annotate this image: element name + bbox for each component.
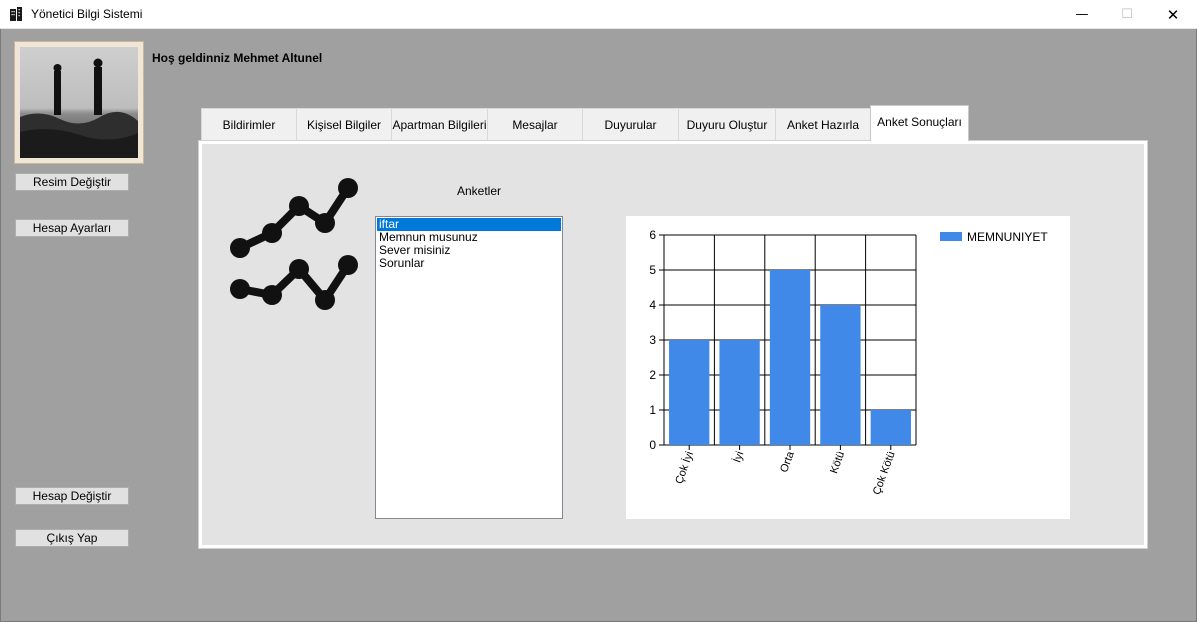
avatar	[14, 41, 144, 164]
y-tick-label: 4	[649, 298, 656, 312]
survey-results-panel: Anketler iftar Memnun musunuz Sever misi…	[198, 140, 1148, 549]
x-tick-label: Orta	[778, 449, 797, 474]
tab-prepare-survey[interactable]: Anket Hazırla	[775, 108, 871, 141]
account-settings-button[interactable]: Hesap Ayarları	[15, 219, 129, 237]
bar	[719, 340, 760, 445]
switch-account-button[interactable]: Hesap Değiştir	[15, 487, 129, 505]
y-tick-label: 2	[649, 368, 656, 382]
tab-announcements[interactable]: Duyurular	[582, 108, 679, 141]
bar	[820, 305, 861, 445]
y-tick-label: 3	[649, 333, 656, 347]
tab-survey-results[interactable]: Anket Sonuçları	[870, 105, 969, 141]
minimize-button[interactable]: —	[1059, 0, 1105, 29]
y-tick-label: 6	[649, 228, 656, 242]
x-tick-label: Çok Kötü	[871, 450, 898, 497]
logout-button[interactable]: Çıkış Yap	[15, 529, 129, 547]
x-tick-label: Kötü	[828, 450, 847, 475]
bar	[769, 270, 811, 445]
tab-notifications[interactable]: Bildirimler	[201, 108, 297, 141]
y-tick-label: 1	[649, 403, 656, 417]
window-title: Yönetici Bilgi Sistemi	[31, 7, 143, 21]
y-tick-label: 0	[649, 438, 656, 452]
bar	[669, 340, 710, 445]
maximize-button[interactable]: ☐	[1104, 0, 1150, 29]
tab-create-announcement[interactable]: Duyuru Oluştur	[678, 108, 776, 141]
y-tick-label: 5	[649, 263, 656, 277]
x-tick-label: İyi	[730, 450, 746, 465]
bar-chart: 0 1 2 3 4 5 6 Çok İyi İyi Orta Kötü Çok Kötü MEMNUNI…	[649, 228, 1048, 497]
welcome-text: Hoş geldinniz Mehmet Altunel	[152, 51, 323, 65]
building-icon	[10, 7, 22, 21]
tab-personal-info[interactable]: Kişisel Bilgiler	[296, 108, 392, 141]
list-item[interactable]: Sorunlar	[376, 257, 562, 270]
x-tick-label: Çok İyi	[672, 450, 696, 486]
survey-list[interactable]: iftar Memnun musunuz Sever misiniz Sorun…	[375, 216, 563, 519]
title-bar: Yönetici Bilgi Sistemi — ☐ ✕	[0, 0, 1197, 29]
main-window-client: Hoş geldinniz Mehmet Altunel Resim Değiş…	[0, 29, 1197, 622]
bar	[870, 410, 911, 445]
close-button[interactable]: ✕	[1150, 0, 1196, 29]
survey-results-content: Anketler iftar Memnun musunuz Sever misi…	[202, 144, 1144, 545]
profile-photo	[20, 47, 138, 158]
tab-apartment-info[interactable]: Apartman Bilgileri	[391, 108, 488, 141]
change-photo-button[interactable]: Resim Değiştir	[15, 173, 129, 191]
line-chart-icon	[230, 178, 358, 310]
tab-messages[interactable]: Mesajlar	[487, 108, 583, 141]
legend-swatch	[940, 232, 962, 241]
survey-result-chart: 0 1 2 3 4 5 6 Çok İyi İyi Orta Kötü Çok Kötü MEMNUNI…	[626, 216, 1070, 519]
surveys-label: Anketler	[457, 184, 502, 198]
legend-label: MEMNUNIYET	[967, 230, 1048, 244]
